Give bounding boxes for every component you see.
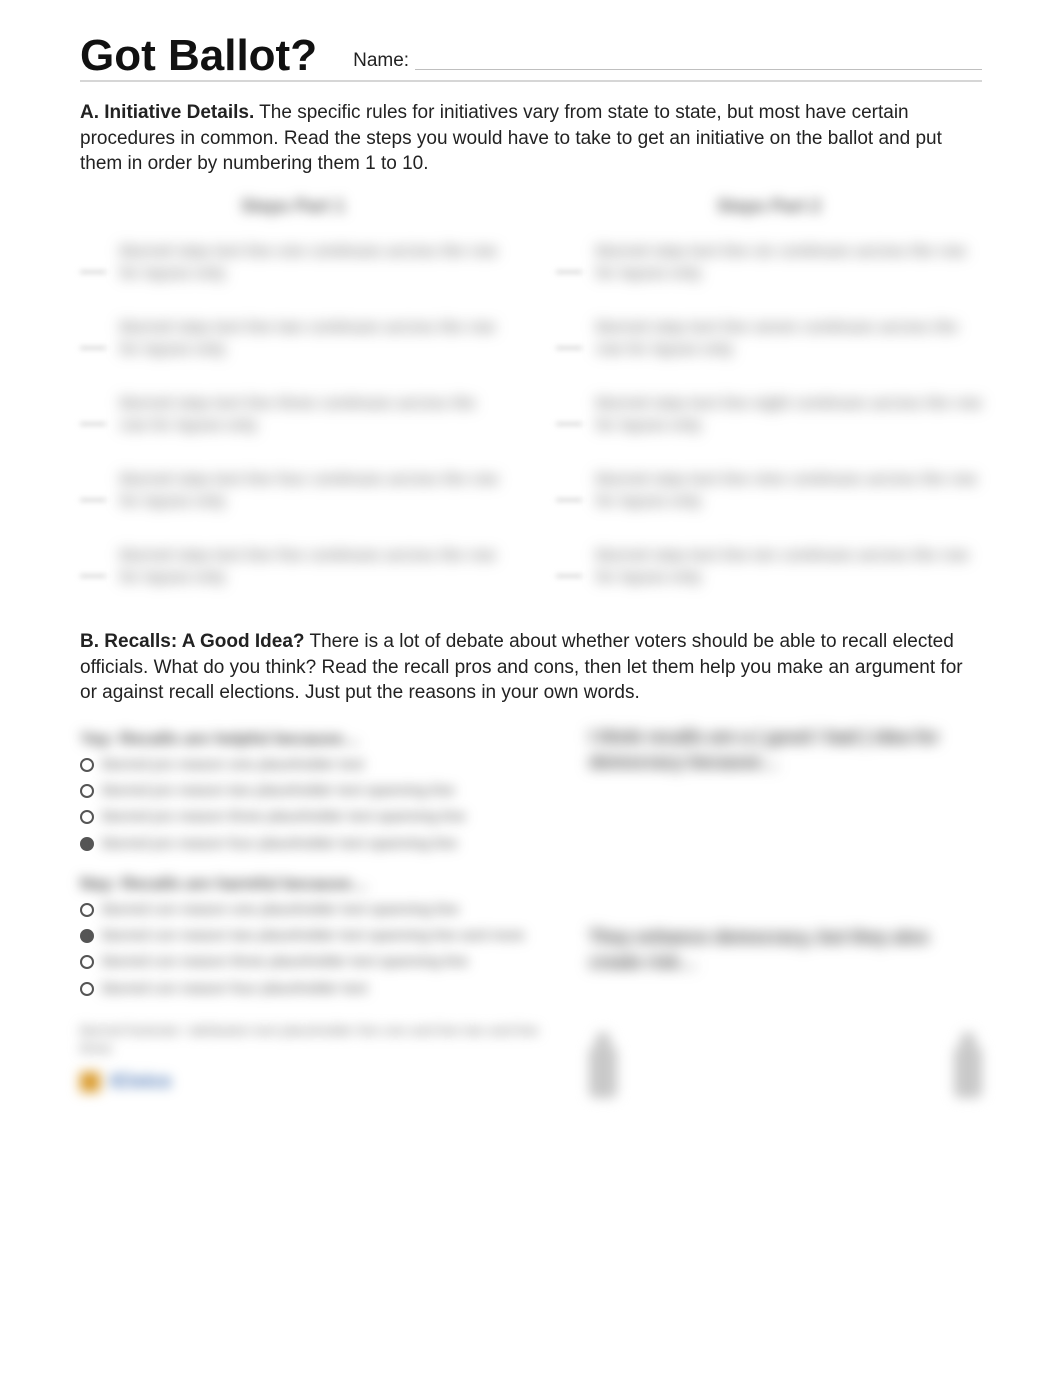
step-row: blurred step text line three continues a…: [80, 393, 506, 447]
answer-prompt-2[interactable]: They enhance democracy, but they also cr…: [589, 925, 982, 975]
bullet-icon: [80, 837, 94, 851]
step-text: blurred step text line one continues acr…: [120, 241, 506, 295]
list-item-text: blurred pro reason two placeholder text …: [102, 781, 549, 801]
list-item: blurred con reason four placeholder text: [80, 979, 549, 999]
step-number-blank[interactable]: [556, 247, 582, 273]
list-item: blurred pro reason one placeholder text: [80, 755, 549, 775]
bullet-icon: [80, 784, 94, 798]
steps-right-heading: Steps Part 2: [556, 196, 982, 217]
bullet-icon: [80, 982, 94, 996]
cons-heading: Nay: Recalls are harmful because…: [80, 874, 549, 894]
person-icon: [954, 1046, 982, 1098]
worksheet-page: Got Ballot? Name: A. Initiative Details.…: [0, 0, 1062, 1138]
list-item: blurred pro reason two placeholder text …: [80, 781, 549, 801]
step-row: blurred step text line four continues ac…: [80, 469, 506, 523]
section-b-bold: B. Recalls: A Good Idea?: [80, 631, 305, 652]
list-item-text: blurred con reason three placeholder tex…: [102, 952, 549, 972]
list-item-text: blurred pro reason three placeholder tex…: [102, 807, 549, 827]
pros-heading: Yay: Recalls are helpful because…: [80, 729, 549, 749]
person-icon: [589, 1046, 617, 1098]
step-text: blurred step text line five continues ac…: [120, 545, 506, 599]
step-number-blank[interactable]: [80, 399, 106, 425]
list-item-text: blurred pro reason four placeholder text…: [102, 834, 549, 854]
answer-area: I think recalls are a ( good / bad ) ide…: [589, 725, 982, 1098]
logo-row: iCivics: [80, 1071, 549, 1092]
name-field-wrap: Name:: [353, 50, 982, 78]
step-text: blurred step text line ten continues acr…: [596, 545, 982, 599]
list-item-text: blurred con reason four placeholder text: [102, 979, 549, 999]
list-item-text: blurred pro reason one placeholder text: [102, 755, 549, 775]
list-item: blurred con reason two placeholder text …: [80, 926, 549, 946]
step-number-blank[interactable]: [80, 323, 106, 349]
step-text: blurred step text line six continues acr…: [596, 241, 982, 295]
step-row: blurred step text line six continues acr…: [556, 241, 982, 295]
step-text: blurred step text line three continues a…: [120, 393, 506, 447]
answer-prompt-1[interactable]: I think recalls are a ( good / bad ) ide…: [589, 725, 982, 775]
section-a-bold: A. Initiative Details.: [80, 102, 254, 123]
steps-left-col: Steps Part 1 blurred step text line one …: [80, 196, 506, 599]
bullet-icon: [80, 903, 94, 917]
steps-right-col: Steps Part 2 blurred step text line six …: [556, 196, 982, 599]
step-row: blurred step text line eight continues a…: [556, 393, 982, 447]
list-item: blurred con reason three placeholder tex…: [80, 952, 549, 972]
step-row: blurred step text line two continues acr…: [80, 317, 506, 371]
step-row: blurred step text line seven continues a…: [556, 317, 982, 371]
step-text: blurred step text line seven continues a…: [596, 317, 982, 371]
logo-text: iCivics: [110, 1071, 172, 1092]
step-row: blurred step text line nine continues ac…: [556, 469, 982, 523]
step-number-blank[interactable]: [80, 247, 106, 273]
list-item-text: blurred con reason two placeholder text …: [102, 926, 549, 946]
steps-left-heading: Steps Part 1: [80, 196, 506, 217]
section-a-intro: A. Initiative Details. The specific rule…: [80, 100, 982, 177]
list-item-text: blurred con reason one placeholder text …: [102, 900, 549, 920]
step-number-blank[interactable]: [556, 551, 582, 577]
list-item: blurred con reason one placeholder text …: [80, 900, 549, 920]
step-number-blank[interactable]: [556, 475, 582, 501]
step-text: blurred step text line four continues ac…: [120, 469, 506, 523]
logo-icon: [80, 1072, 100, 1092]
step-row: blurred step text line five continues ac…: [80, 545, 506, 599]
page-title: Got Ballot?: [80, 34, 317, 78]
figure-illustrations: [589, 1046, 982, 1098]
step-number-blank[interactable]: [556, 323, 582, 349]
step-number-blank[interactable]: [80, 475, 106, 501]
step-text: blurred step text line eight continues a…: [596, 393, 982, 447]
pros-cons-list: Yay: Recalls are helpful because… blurre…: [80, 725, 549, 1098]
step-text: blurred step text line nine continues ac…: [596, 469, 982, 523]
section-b-intro: B. Recalls: A Good Idea? There is a lot …: [80, 629, 982, 706]
bullet-icon: [80, 929, 94, 943]
step-number-blank[interactable]: [80, 551, 106, 577]
header-row: Got Ballot? Name:: [80, 34, 982, 82]
name-label: Name:: [353, 50, 409, 72]
steps-grid: Steps Part 1 blurred step text line one …: [80, 196, 982, 599]
bullet-icon: [80, 955, 94, 969]
step-text: blurred step text line two continues acr…: [120, 317, 506, 371]
name-input-line[interactable]: [415, 54, 982, 70]
step-row: blurred step text line one continues acr…: [80, 241, 506, 295]
list-item: blurred pro reason four placeholder text…: [80, 834, 549, 854]
bullet-icon: [80, 758, 94, 772]
footnote-text: blurred footnote / attribution text plac…: [80, 1021, 549, 1057]
bullet-icon: [80, 810, 94, 824]
pros-cons-wrap: Yay: Recalls are helpful because… blurre…: [80, 725, 982, 1098]
list-item: blurred pro reason three placeholder tex…: [80, 807, 549, 827]
step-row: blurred step text line ten continues acr…: [556, 545, 982, 599]
step-number-blank[interactable]: [556, 399, 582, 425]
